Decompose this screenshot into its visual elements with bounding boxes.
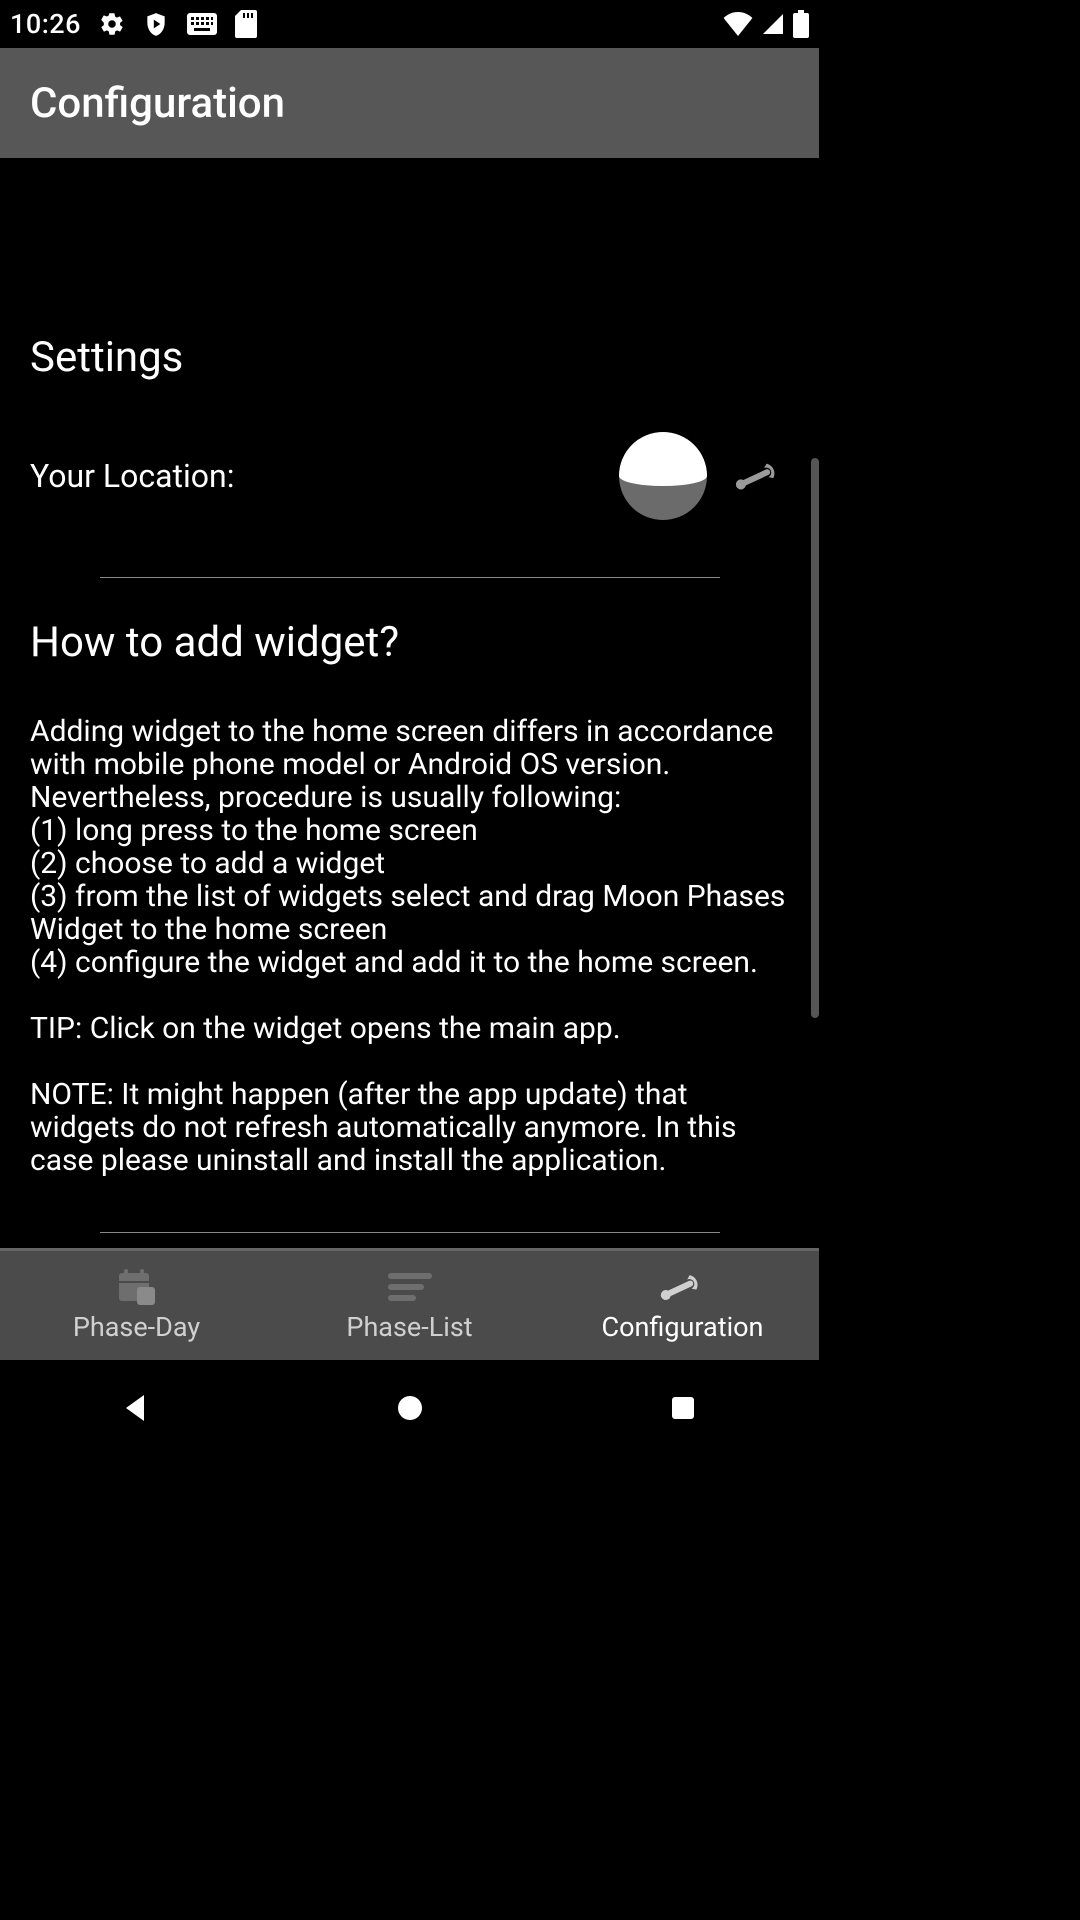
divider bbox=[100, 577, 720, 578]
tab-configuration[interactable]: Configuration bbox=[546, 1251, 819, 1360]
shield-play-icon bbox=[143, 11, 169, 37]
tab-label: Phase-Day bbox=[73, 1311, 200, 1343]
divider bbox=[100, 1232, 720, 1233]
location-label: Your Location: bbox=[30, 457, 597, 495]
wrench-icon bbox=[658, 1269, 708, 1305]
tab-phase-day[interactable]: Phase-Day bbox=[0, 1251, 273, 1360]
wifi-icon bbox=[723, 12, 753, 36]
settings-heading: Settings bbox=[30, 333, 789, 382]
cellular-icon bbox=[761, 12, 785, 36]
bottom-nav: Phase-Day Phase-List Configuration bbox=[0, 1248, 819, 1360]
location-row: Your Location: bbox=[30, 430, 789, 522]
status-bar-right bbox=[723, 10, 809, 38]
status-bar-left: 10:26 bbox=[10, 8, 257, 40]
recent-apps-button[interactable] bbox=[593, 1395, 773, 1421]
hemisphere-toggle[interactable] bbox=[617, 430, 709, 522]
content-scroll[interactable]: Settings Your Location: How to add widge… bbox=[0, 158, 819, 1248]
app-bar: Configuration bbox=[0, 48, 819, 158]
page-title: Configuration bbox=[30, 79, 285, 128]
status-bar: 10:26 bbox=[0, 0, 819, 48]
status-time: 10:26 bbox=[10, 8, 81, 40]
location-settings-button[interactable] bbox=[729, 456, 789, 496]
widget-help-heading: How to add widget? bbox=[30, 618, 789, 667]
tab-label: Configuration bbox=[602, 1311, 764, 1343]
keyboard-icon bbox=[187, 13, 217, 35]
gear-icon bbox=[99, 11, 125, 37]
list-icon bbox=[388, 1269, 432, 1305]
home-button[interactable] bbox=[320, 1393, 500, 1423]
widget-help-body: Adding widget to the home screen differs… bbox=[30, 715, 789, 1177]
wrench-icon bbox=[731, 456, 787, 496]
system-nav-bar bbox=[0, 1360, 819, 1456]
sd-card-icon bbox=[235, 10, 257, 38]
battery-icon bbox=[793, 10, 809, 38]
calendar-icon bbox=[117, 1269, 157, 1305]
back-button[interactable] bbox=[47, 1393, 227, 1423]
scrollbar-thumb[interactable] bbox=[811, 458, 819, 1018]
tab-phase-list[interactable]: Phase-List bbox=[273, 1251, 546, 1360]
tab-label: Phase-List bbox=[346, 1311, 472, 1343]
